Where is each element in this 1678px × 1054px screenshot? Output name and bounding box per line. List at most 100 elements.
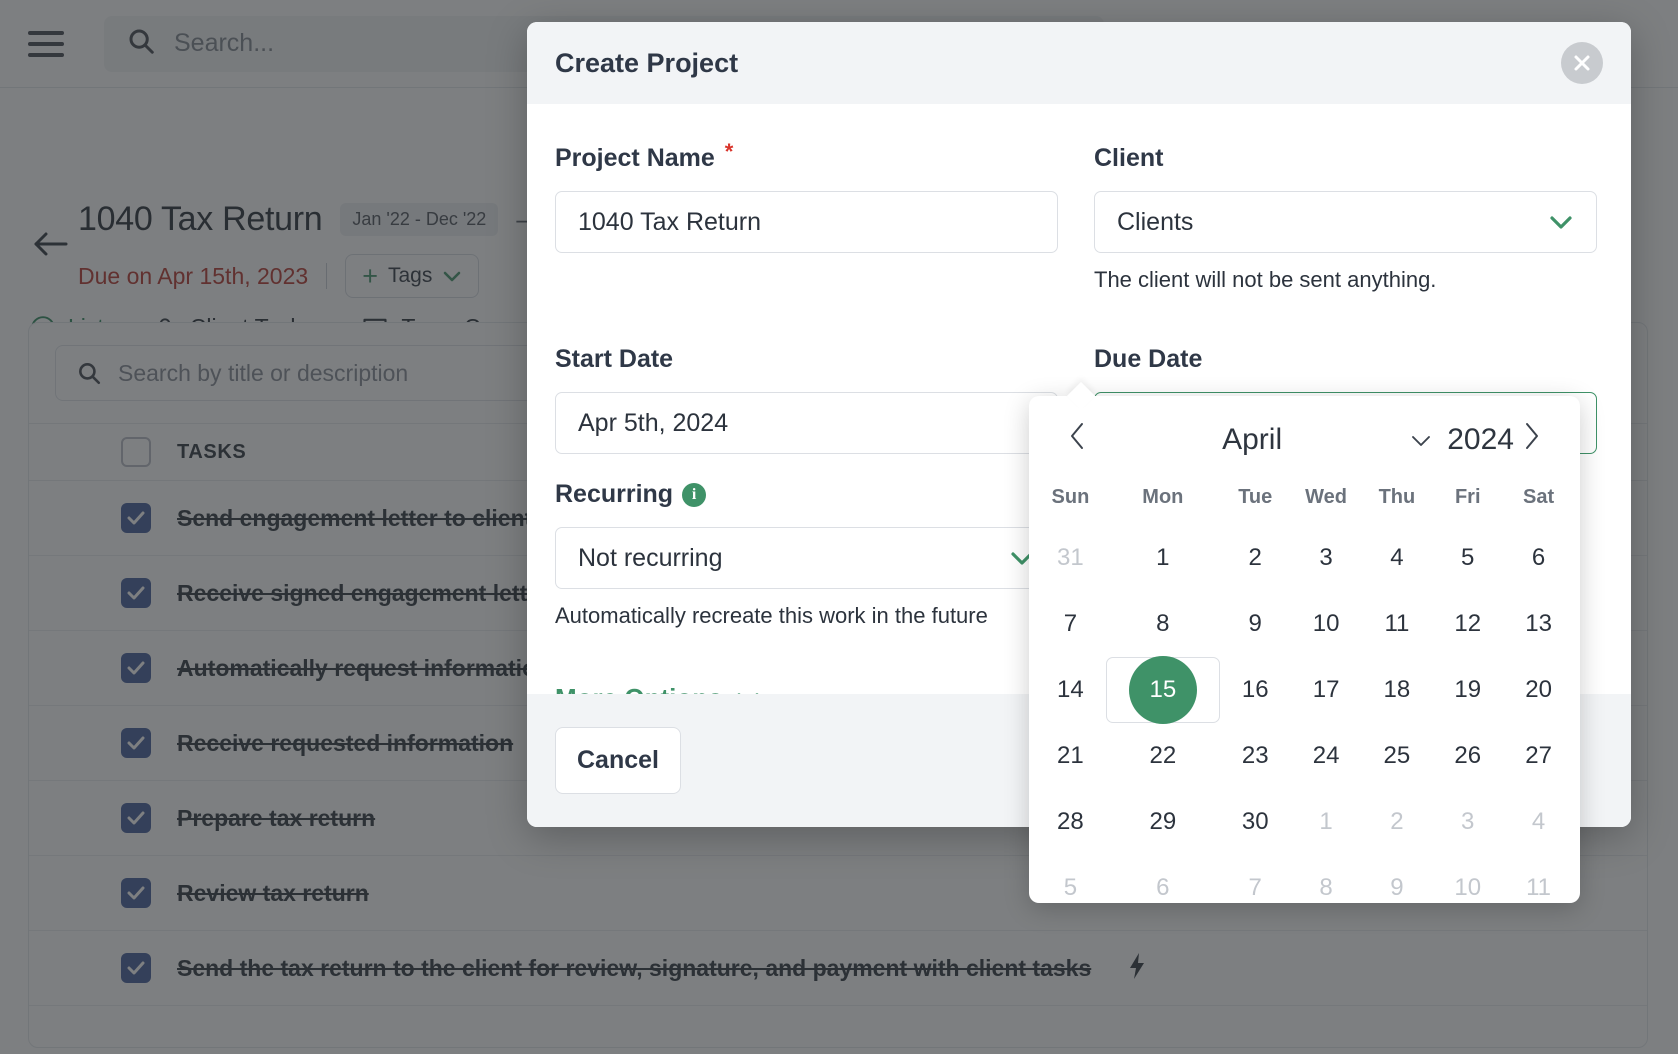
calendar-day[interactable]: 1 <box>1106 525 1220 591</box>
calendar-day-label: 16 <box>1241 676 1269 703</box>
dialog-title: Create Project <box>555 47 739 78</box>
calendar-day[interactable]: 11 <box>1503 855 1574 921</box>
calendar-day[interactable]: 21 <box>1035 723 1106 789</box>
client-label: Client <box>1094 144 1164 172</box>
calendar-day[interactable]: 14 <box>1035 657 1106 723</box>
form-grid-row-1: Project Name * 1040 Tax Return Client Cli… <box>555 139 1603 293</box>
calendar-day[interactable]: 11 <box>1362 591 1433 657</box>
calendar-day[interactable]: 2 <box>1220 525 1291 591</box>
calendar-day[interactable]: 5 <box>1035 855 1106 921</box>
calendar-day-label: 12 <box>1454 610 1482 637</box>
calendar-day[interactable]: 6 <box>1503 525 1574 591</box>
calendar-day-label: 28 <box>1057 808 1084 835</box>
client-field-group: Client Clients The client will not be se… <box>1094 144 1597 293</box>
calendar-day[interactable]: 2 <box>1362 789 1433 855</box>
calendar-day-label: 6 <box>1156 874 1170 901</box>
chevron-left-icon[interactable] <box>1061 421 1095 459</box>
calendar-day[interactable]: 4 <box>1362 525 1433 591</box>
calendar-day-label: 7 <box>1063 610 1078 637</box>
calendar-day-label: 9 <box>1390 874 1404 901</box>
calendar-day[interactable]: 20 <box>1503 657 1574 723</box>
calendar-day-label: 31 <box>1057 544 1084 571</box>
client-select[interactable]: Clients <box>1094 191 1597 253</box>
calendar-day[interactable]: 6 <box>1106 855 1220 921</box>
calendar-day[interactable]: 17 <box>1291 657 1362 723</box>
calendar-day[interactable]: 9 <box>1220 591 1291 657</box>
calendar-header: April 2024 <box>1035 412 1574 468</box>
start-date-value: Apr 5th, 2024 <box>578 408 729 437</box>
calendar-day[interactable]: 7 <box>1035 591 1106 657</box>
chevron-down-icon <box>1550 216 1572 229</box>
calendar-day[interactable]: 4 <box>1503 789 1574 855</box>
project-name-field-group: Project Name * 1040 Tax Return <box>555 139 1058 293</box>
calendar-day[interactable]: 23 <box>1220 723 1291 789</box>
calendar-day-label: 25 <box>1383 742 1411 769</box>
cancel-button[interactable]: Cancel <box>555 727 681 794</box>
client-value: Clients <box>1117 207 1194 236</box>
calendar-day-label: 5 <box>1063 874 1078 901</box>
calendar-day[interactable]: 3 <box>1291 525 1362 591</box>
calendar-day-label: 6 <box>1531 544 1546 571</box>
project-name-input[interactable]: 1040 Tax Return <box>555 191 1058 253</box>
calendar-day[interactable]: 1 <box>1291 789 1362 855</box>
calendar-day[interactable]: 31 <box>1035 525 1106 591</box>
calendar-day-label: 8 <box>1156 610 1170 637</box>
dow-thu: Thu <box>1378 486 1416 508</box>
calendar-day[interactable]: 13 <box>1503 591 1574 657</box>
calendar-day-label: 17 <box>1312 676 1340 703</box>
calendar-day[interactable]: 10 <box>1432 855 1503 921</box>
calendar-day[interactable]: 29 <box>1106 789 1220 855</box>
due-date-label: Due Date <box>1094 345 1203 373</box>
calendar-day-label: 9 <box>1248 610 1262 637</box>
calendar-day[interactable]: 10 <box>1291 591 1362 657</box>
recurring-select[interactable]: Not recurring <box>555 527 1058 589</box>
calendar-day[interactable]: 26 <box>1432 723 1503 789</box>
calendar-day[interactable]: 25 <box>1362 723 1433 789</box>
calendar-month-label[interactable]: April <box>1095 423 1409 457</box>
calendar-day[interactable]: 27 <box>1503 723 1574 789</box>
dow-tue: Tue <box>1238 486 1273 508</box>
calendar-day-label: 3 <box>1319 544 1333 571</box>
calendar-day-label: 4 <box>1390 544 1404 571</box>
calendar-day[interactable]: 30 <box>1220 789 1291 855</box>
dow-wed: Wed <box>1305 486 1347 508</box>
calendar-day-label: 19 <box>1454 676 1482 703</box>
calendar-day[interactable]: 22 <box>1106 723 1220 789</box>
calendar-day[interactable]: 5 <box>1432 525 1503 591</box>
info-icon[interactable]: i <box>682 482 707 507</box>
calendar-year-label: 2024 <box>1447 423 1514 456</box>
close-icon[interactable] <box>1561 42 1603 84</box>
calendar-day-label: 3 <box>1461 808 1475 835</box>
chevron-right-icon[interactable] <box>1514 421 1548 459</box>
calendar-day-label: 24 <box>1312 742 1340 769</box>
calendar-day[interactable]: 12 <box>1432 591 1503 657</box>
calendar-day[interactable]: 19 <box>1432 657 1503 723</box>
calendar-day[interactable]: 7 <box>1220 855 1291 921</box>
calendar-day-label: 30 <box>1241 808 1269 835</box>
calendar-day[interactable]: 8 <box>1106 591 1220 657</box>
calendar-day[interactable]: 9 <box>1362 855 1433 921</box>
calendar-day-label: 1 <box>1319 808 1333 835</box>
calendar-day-label: 10 <box>1312 610 1340 637</box>
dow-fri: Fri <box>1454 486 1481 508</box>
calendar-day-label: 11 <box>1384 610 1410 637</box>
calendar-day[interactable]: 24 <box>1291 723 1362 789</box>
project-name-value: 1040 Tax Return <box>578 207 761 236</box>
dow-mon: Mon <box>1142 486 1184 508</box>
start-date-input[interactable]: Apr 5th, 2024 <box>555 392 1058 454</box>
calendar-day[interactable]: 16 <box>1220 657 1291 723</box>
calendar-day-label: 21 <box>1057 742 1084 769</box>
recurring-value: Not recurring <box>578 543 723 572</box>
calendar-day[interactable]: 18 <box>1362 657 1433 723</box>
calendar-day-label: 2 <box>1390 808 1404 835</box>
calendar-day-label: 20 <box>1525 676 1552 703</box>
calendar-day[interactable]: 8 <box>1291 855 1362 921</box>
calendar-day-label: 11 <box>1526 874 1552 901</box>
calendar-year-select[interactable]: 2024 <box>1409 423 1514 457</box>
calendar-day[interactable]: 28 <box>1035 789 1106 855</box>
start-date-field-group: Start Date Apr 5th, 2024 <box>555 345 1058 454</box>
chevron-down-icon <box>1412 436 1431 446</box>
calendar-day[interactable]: 15 <box>1105 656 1220 724</box>
calendar-day[interactable]: 3 <box>1432 789 1503 855</box>
calendar-day-label: 27 <box>1525 742 1552 769</box>
